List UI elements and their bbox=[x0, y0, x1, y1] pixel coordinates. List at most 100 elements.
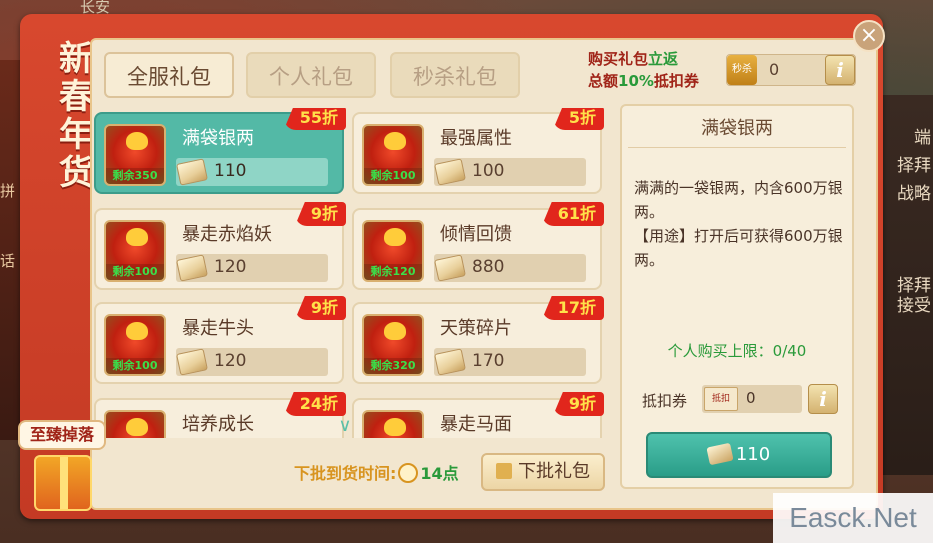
gift-card[interactable]: 暴走马面 9折 bbox=[352, 392, 604, 438]
close-button[interactable]: × bbox=[853, 20, 885, 52]
discount-badge: 9折 bbox=[294, 296, 346, 320]
gift-price: 120 bbox=[214, 351, 247, 371]
silver-ingot-icon bbox=[176, 158, 208, 186]
flash-coupon-value: 0 bbox=[769, 60, 780, 79]
gift-name: 最强属性 bbox=[440, 128, 512, 149]
item-detail-description: 满满的一袋银两，内含600万银两。 【用途】打开后可获得600万银两。 bbox=[634, 179, 843, 269]
gift-bag-icon: 剩余320 bbox=[362, 314, 424, 376]
stock-remaining: 剩余320 bbox=[364, 358, 422, 374]
stock-remaining: 剩余350 bbox=[106, 168, 164, 184]
coupon-ticket-icon: 抵扣 bbox=[704, 387, 738, 411]
tab-server-gifts[interactable]: 全服礼包 bbox=[104, 52, 234, 98]
gift-card[interactable]: 剩余320 天策碎片 170 17折 bbox=[352, 296, 604, 384]
gift-knot-icon bbox=[384, 322, 406, 340]
deduct-coupon-label: 抵扣券 bbox=[642, 392, 688, 410]
silver-ingot-icon bbox=[176, 254, 208, 282]
gift-icon bbox=[496, 463, 512, 479]
gift-knot-icon bbox=[126, 228, 148, 246]
background-right-text: 择拜 bbox=[897, 156, 931, 176]
gift-knot-icon bbox=[384, 132, 406, 150]
coupon-info-button[interactable]: i bbox=[825, 55, 855, 85]
gift-bag-icon: 剩余120 bbox=[362, 220, 424, 282]
silver-ingot-icon bbox=[434, 348, 466, 376]
gift-card[interactable]: 剩余100 最强属性 100 5折 bbox=[352, 108, 604, 194]
discount-badge: 24折 bbox=[283, 392, 346, 416]
silver-ingot-icon bbox=[176, 348, 208, 376]
stock-remaining: 剩余100 bbox=[364, 168, 422, 184]
gift-name: 暴走马面 bbox=[440, 414, 512, 435]
purchase-limit: 个人购买上限：0/40 bbox=[667, 342, 807, 360]
next-batch-time: 下批到货时间: 14点 bbox=[294, 463, 459, 483]
discount-badge: 61折 bbox=[541, 202, 604, 226]
silver-ingot-icon bbox=[434, 254, 466, 282]
background-right-text: 端 bbox=[914, 128, 931, 148]
gift-card[interactable]: 培养成长 24折 bbox=[94, 392, 346, 438]
chevron-down-icon[interactable]: ∨ bbox=[334, 417, 356, 435]
item-detail-panel: 满袋银两 满满的一袋银两，内含600万银两。 【用途】打开后可获得600万银两。… bbox=[620, 104, 854, 489]
gift-box-icon[interactable] bbox=[34, 455, 92, 511]
stock-remaining: 剩余100 bbox=[106, 264, 164, 280]
background-left-text: 拼 bbox=[0, 182, 16, 200]
gift-knot-icon bbox=[384, 418, 406, 436]
flash-coupon-balance: 秒杀 0 i bbox=[726, 54, 856, 86]
gift-knot-icon bbox=[384, 228, 406, 246]
background-right-panel: 端 择拜 战略 接受 择拜 bbox=[877, 95, 933, 475]
gift-price: 120 bbox=[214, 257, 247, 277]
gift-bag-icon: 剩余350 bbox=[104, 124, 166, 186]
tab-personal-gifts[interactable]: 个人礼包 bbox=[246, 52, 376, 98]
gift-name: 培养成长 bbox=[182, 414, 254, 435]
gift-name: 暴走赤焰妖 bbox=[182, 224, 272, 245]
next-batch-button[interactable]: 下批礼包 bbox=[481, 453, 605, 491]
gift-price: 100 bbox=[472, 161, 505, 181]
tab-flash-sale-gifts[interactable]: 秒杀礼包 bbox=[390, 52, 520, 98]
deduct-coupon-value: 0 bbox=[746, 389, 756, 407]
deduct-info-button[interactable]: i bbox=[808, 384, 838, 414]
gift-bag-icon: 剩余100 bbox=[362, 124, 424, 186]
gift-price-bar: 170 bbox=[434, 348, 586, 376]
gift-bag-icon bbox=[362, 410, 424, 438]
silver-ingot-icon bbox=[434, 158, 466, 186]
gift-price: 170 bbox=[472, 351, 505, 371]
discount-badge: 55折 bbox=[283, 108, 346, 130]
discount-badge: 9折 bbox=[552, 392, 604, 416]
discount-badge: 9折 bbox=[294, 202, 346, 226]
gift-price-bar: 110 bbox=[176, 158, 328, 186]
background-right-text: 择拜 bbox=[897, 276, 931, 296]
buy-button[interactable]: 110 bbox=[646, 432, 832, 478]
gift-price: 110 bbox=[214, 161, 247, 181]
gift-name: 倾情回馈 bbox=[440, 224, 512, 245]
gift-price-bar: 120 bbox=[176, 348, 328, 376]
stock-remaining: 剩余120 bbox=[364, 264, 422, 280]
gift-list: 剩余350 满袋银两 110 55折剩余100 最强属性 100 5折剩余100 暴走赤焰妖 1… bbox=[94, 108, 604, 438]
gift-knot-icon bbox=[126, 132, 148, 150]
clock-icon bbox=[398, 463, 419, 483]
gift-bag-icon bbox=[104, 410, 166, 438]
discount-badge: 17折 bbox=[541, 296, 604, 320]
gift-card[interactable]: 剩余350 满袋银两 110 55折 bbox=[94, 108, 346, 194]
gift-card[interactable]: 剩余100 暴走牛头 120 9折 bbox=[94, 296, 346, 384]
gift-price-bar: 880 bbox=[434, 254, 586, 282]
gift-price: 880 bbox=[472, 257, 505, 277]
rebate-promo-text: 购买礼包立返 总额10%抵扣券 bbox=[588, 50, 699, 90]
deduct-coupon-field: 抵扣 0 bbox=[702, 385, 802, 413]
watermark: Easck.Net bbox=[773, 493, 933, 543]
gift-card[interactable]: 剩余120 倾情回馈 880 61折 bbox=[352, 202, 604, 290]
background-left-text: 话 bbox=[0, 252, 16, 270]
gift-price-bar: 120 bbox=[176, 254, 328, 282]
gift-knot-icon bbox=[126, 322, 148, 340]
flash-coupon-icon: 秒杀 bbox=[727, 55, 757, 85]
discount-badge: 5折 bbox=[552, 108, 604, 130]
gift-name: 暴走牛头 bbox=[182, 318, 254, 339]
background-right-text: 战略 bbox=[897, 184, 931, 204]
gift-card[interactable]: 剩余100 暴走赤焰妖 120 9折 bbox=[94, 202, 346, 290]
gift-bag-icon: 剩余100 bbox=[104, 220, 166, 282]
stock-remaining: 剩余100 bbox=[106, 358, 164, 374]
item-detail-title: 满袋银两 bbox=[628, 112, 846, 148]
gift-name: 天策碎片 bbox=[440, 318, 512, 339]
gift-bag-icon: 剩余100 bbox=[104, 314, 166, 376]
gift-knot-icon bbox=[126, 418, 148, 436]
premium-drop-badge[interactable]: 至臻掉落 bbox=[18, 420, 106, 450]
silver-ingot-icon bbox=[706, 442, 734, 466]
gift-name: 满袋银两 bbox=[182, 128, 254, 149]
gift-price-bar: 100 bbox=[434, 158, 586, 186]
